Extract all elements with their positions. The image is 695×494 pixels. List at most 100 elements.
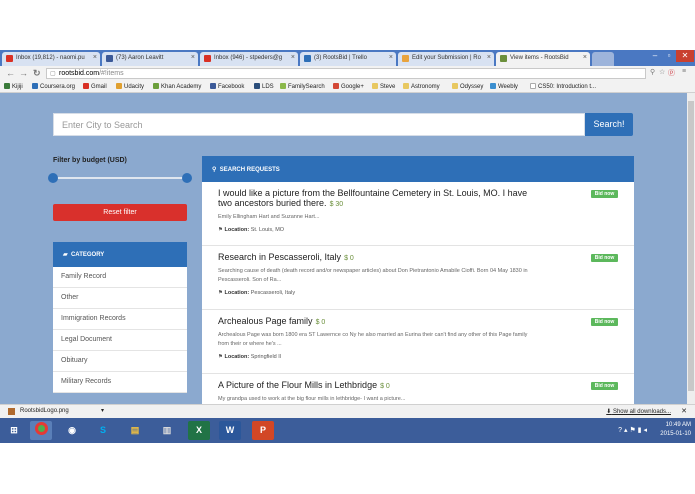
khan-academy-icon — [153, 83, 159, 89]
search-button[interactable]: Search! — [585, 113, 633, 136]
budget-slider-max-handle[interactable] — [182, 173, 192, 183]
facebook-icon — [106, 55, 113, 62]
budget-slider-min-handle[interactable] — [48, 173, 58, 183]
devpost-icon — [402, 55, 409, 62]
bookmark-gmail[interactable]: Gmail — [83, 83, 107, 90]
bookmark-weebly[interactable]: Weebly — [490, 83, 518, 90]
bid-now-button[interactable]: Bid now — [591, 190, 618, 198]
facebook-icon — [210, 83, 216, 89]
location-value: Springfield Il — [250, 354, 282, 360]
request-item[interactable]: I would like a picture from the Bellfoun… — [202, 182, 634, 246]
bookmark-udacity[interactable]: Udacity — [116, 83, 144, 90]
request-item[interactable]: Research in Pescasseroli, Italy $ 0 Searc… — [202, 246, 634, 310]
budget-slider-track[interactable] — [54, 177, 186, 179]
bookmark-familysearch[interactable]: FamilySearch — [280, 83, 325, 90]
category-item-family-record[interactable]: Family Record — [53, 267, 187, 288]
bookmark-cs50[interactable]: CS50: Introduction t... — [530, 83, 596, 90]
bookmark-folder-steve[interactable]: Steve — [372, 83, 395, 90]
category-item-obituary[interactable]: Obituary — [53, 351, 187, 372]
close-tab-icon[interactable]: × — [583, 54, 587, 61]
bookmark-google-plus[interactable]: Google+ — [333, 83, 364, 90]
tab-label: Inbox (19,812) - naomi.pu — [16, 55, 85, 61]
windows-start-icon[interactable]: ⊞ — [3, 421, 25, 440]
weebly-icon — [490, 83, 496, 89]
bookmark-lds[interactable]: LDS — [254, 83, 274, 90]
request-title[interactable]: Research in Pescasseroli, Italy — [218, 252, 341, 262]
image-file-icon — [8, 408, 15, 415]
folder-icon — [452, 83, 458, 89]
close-window-icon[interactable]: ✕ — [676, 50, 694, 62]
close-icon[interactable]: ✕ — [681, 407, 687, 415]
category-item-immigration-records[interactable]: Immigration Records — [53, 309, 187, 330]
request-item[interactable]: Archealous Page family $ 0 Archealous Pag… — [202, 310, 634, 374]
browser-tab[interactable]: (73) Aaron Leavitt × — [102, 52, 198, 66]
location-value: Pescasseroli, Italy — [250, 290, 296, 296]
minimize-icon[interactable]: – — [648, 50, 662, 62]
maximize-icon[interactable]: ▫ — [662, 50, 676, 62]
file-explorer-icon[interactable]: ▤ — [124, 421, 146, 440]
request-title[interactable]: I would like a picture from the Bellfoun… — [218, 188, 527, 208]
clock[interactable]: 10:49 AM 2015-01-10 — [660, 421, 691, 439]
bookmark-folder-astronomy[interactable]: Astronomy — [403, 83, 440, 90]
bid-now-button[interactable]: Bid now — [591, 254, 618, 262]
show-all-downloads-link[interactable]: ⬇ Show all downloads... — [606, 408, 671, 415]
excel-icon[interactable]: X — [188, 421, 210, 440]
skype-icon[interactable]: S — [92, 421, 114, 440]
download-icon: ⬇ — [606, 409, 612, 415]
screen: Inbox (19,812) - naomi.pu × (73) Aaron L… — [0, 0, 695, 494]
request-title[interactable]: Archealous Page family — [218, 316, 313, 326]
city-search-input[interactable]: Enter City to Search — [53, 113, 585, 136]
category-item-other[interactable]: Other — [53, 288, 187, 309]
forward-icon[interactable]: → — [19, 68, 28, 78]
pinterest-icon[interactable]: ⓟ — [668, 68, 675, 78]
bookmark-coursera[interactable]: Coursera.org — [32, 83, 75, 90]
close-tab-icon[interactable]: × — [191, 54, 195, 61]
new-tab-button[interactable] — [592, 52, 614, 66]
word-icon[interactable]: W — [219, 421, 241, 440]
bookmark-folder-odyssey[interactable]: Odyssey — [452, 83, 483, 90]
bid-now-button[interactable]: Bid now — [591, 318, 618, 326]
category-item-legal-document[interactable]: Legal Document — [53, 330, 187, 351]
browser-tab[interactable]: Edit your Submission | Ro × — [398, 52, 494, 66]
browser-tab[interactable]: (3) RootsBid | Trello × — [300, 52, 396, 66]
category-header-label: CATEGORY — [70, 252, 105, 258]
powerpoint-icon[interactable]: P — [252, 421, 274, 440]
download-item[interactable]: RootsbidLogo.png ▾ — [4, 406, 104, 417]
reset-filter-button[interactable]: Reset filter — [53, 204, 187, 221]
browser-tab[interactable]: Inbox (19,812) - naomi.pu × — [2, 52, 100, 66]
url-field[interactable]: ▢ rootsbid.com/#!items — [46, 68, 646, 79]
page-scrollbar[interactable] — [687, 93, 695, 404]
extension-icon[interactable]: ⚲ — [650, 68, 655, 76]
request-item[interactable]: A Picture of the Flour Mills in Lethbrid… — [202, 374, 634, 404]
tab-label: Inbox (946) - stpeders@g — [214, 55, 283, 61]
bookmark-khan-academy[interactable]: Khan Academy — [153, 83, 201, 90]
reload-icon[interactable]: ↻ — [33, 68, 41, 79]
browser-tab[interactable]: Inbox (946) - stpeders@g × — [200, 52, 298, 66]
close-tab-icon[interactable]: × — [93, 54, 97, 61]
menu-icon[interactable]: ≡ — [682, 68, 686, 75]
chevron-down-icon[interactable]: ▾ — [101, 407, 104, 414]
close-tab-icon[interactable]: × — [389, 54, 393, 61]
folder-icon — [372, 83, 378, 89]
close-tab-icon[interactable]: × — [291, 54, 295, 61]
request-title[interactable]: A Picture of the Flour Mills in Lethbrid… — [218, 380, 377, 390]
location-label: Location: — [224, 290, 250, 296]
scrollbar-thumb[interactable] — [688, 101, 694, 391]
coursera-icon — [32, 83, 38, 89]
category-item-military-records[interactable]: Military Records — [53, 372, 187, 393]
close-tab-icon[interactable]: × — [487, 54, 491, 61]
browser-tab-active[interactable]: View items - RootsBid × — [496, 52, 590, 66]
star-icon[interactable]: ☆ — [659, 68, 665, 76]
taskbar: ⊞ ◉ S ▤ ▥ X W P ? ▴ ⚑ ▮ ◂ 10:49 AM 2015-… — [0, 418, 695, 443]
browser-app-icon[interactable]: ◉ — [61, 421, 83, 440]
back-icon[interactable]: ← — [6, 68, 15, 78]
bookmark-kijiji[interactable]: Kijiji — [4, 83, 23, 90]
bookmarks-bar: Kijiji Coursera.org Gmail Udacity Khan A… — [0, 81, 695, 93]
download-file-name: RootsbidLogo.png — [20, 408, 69, 414]
bid-now-button[interactable]: Bid now — [591, 382, 618, 390]
chrome-icon[interactable] — [30, 421, 52, 440]
tab-label: (3) RootsBid | Trello — [314, 55, 367, 61]
notepad-icon[interactable]: ▥ — [156, 421, 178, 440]
bookmark-facebook[interactable]: Facebook — [210, 83, 244, 90]
system-tray-icons[interactable]: ? ▴ ⚑ ▮ ◂ — [618, 426, 647, 434]
